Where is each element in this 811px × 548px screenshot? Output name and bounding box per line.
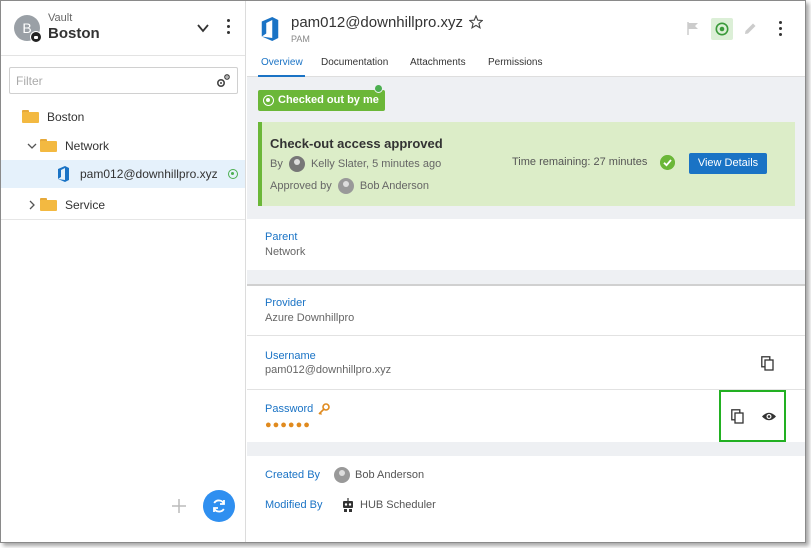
entry-title: pam012@downhillpro.xyz (291, 14, 463, 31)
meta-card: Created By Bob Anderson Modified By HUB … (247, 456, 805, 542)
tree-item-network[interactable]: Network (1, 132, 245, 160)
key-icon (318, 403, 330, 415)
tab-permissions[interactable]: Permissions (488, 57, 542, 68)
approval-banner: Check-out access approved By Kelly Slate… (258, 122, 795, 206)
refresh-icon (213, 499, 225, 513)
created-by-value: Bob Anderson (355, 469, 425, 481)
approved-by: Approved by Bob Anderson (270, 178, 429, 194)
tree-item-service[interactable]: Service (1, 191, 245, 219)
folder-icon (40, 139, 57, 152)
approved-name: Bob Anderson (359, 179, 430, 192)
active-tab-indicator (258, 75, 305, 77)
copy-password-icon[interactable] (731, 409, 744, 424)
approved-prefix: Approved by (270, 179, 332, 192)
tab-attachments[interactable]: Attachments (410, 57, 466, 68)
robot-icon (343, 498, 353, 512)
tab-bar: Overview Documentation Attachments Permi… (247, 53, 805, 77)
entry-type: PAM (291, 34, 310, 44)
tree-item-label: Boston (47, 110, 85, 124)
username-value: pam012@downhillpro.xyz (265, 364, 392, 376)
provider-value: Azure Downhillpro (265, 312, 355, 324)
parent-card: Parent Network (247, 219, 805, 270)
requested-by-text: Kelly Slater, 5 minutes ago (310, 157, 442, 170)
checked-out-badge: Checked out by me (258, 90, 385, 111)
tree-item-pam012[interactable]: pam012@downhillpro.xyz (1, 160, 245, 188)
approval-title: Check-out access approved (270, 136, 443, 151)
vault-selector[interactable]: B Vault Boston (1, 1, 245, 56)
requested-by: By Kelly Slater, 5 minutes ago (270, 156, 441, 172)
tab-overview[interactable]: Overview (261, 57, 303, 68)
provider-label: Provider (265, 297, 306, 309)
avatar (337, 178, 354, 194)
tab-documentation[interactable]: Documentation (321, 57, 388, 68)
folder-icon (40, 198, 57, 211)
checkout-status-icon (228, 169, 238, 179)
lock-icon (30, 31, 42, 43)
chevron-down-icon[interactable] (27, 141, 37, 151)
tree-item-label: Service (65, 198, 106, 212)
parent-label: Parent (265, 231, 298, 243)
filter-box (9, 67, 238, 94)
status-dot (374, 84, 383, 93)
office-icon (261, 17, 279, 41)
edit-icon[interactable] (744, 22, 757, 35)
add-icon[interactable] (171, 498, 187, 514)
divider (247, 335, 805, 336)
avatar (288, 156, 305, 172)
username-label: Username (265, 350, 316, 362)
check-circle-icon (660, 155, 675, 170)
sidebar: B Vault Boston Boston (1, 1, 246, 542)
eye-icon[interactable] (761, 411, 777, 422)
tree-item-boston[interactable]: Boston (1, 103, 245, 131)
checkout-icon (715, 22, 729, 36)
folder-icon (22, 110, 39, 123)
tree-item-label: pam012@downhillpro.xyz (80, 167, 218, 181)
password-label: Password (265, 403, 314, 415)
copy-username-icon[interactable] (761, 356, 774, 371)
by-prefix: By (270, 157, 283, 170)
chevron-right-icon[interactable] (27, 200, 37, 210)
filter-input[interactable] (16, 73, 201, 89)
time-remaining: Time remaining: 27 minutes (512, 156, 648, 168)
created-by-label: Created By (265, 469, 321, 481)
vault-name: Boston (48, 25, 100, 42)
gear-icon[interactable] (215, 73, 231, 89)
parent-value: Network (265, 246, 306, 258)
vault-label: Vault (48, 12, 73, 24)
vault-menu-icon[interactable] (223, 19, 233, 37)
more-menu-icon[interactable] (775, 21, 785, 39)
modified-by-label: Modified By (265, 499, 323, 511)
entry-panel: pam012@downhillpro.xyz PAM Overview Docu… (247, 1, 805, 542)
entry-header: pam012@downhillpro.xyz PAM Overview Docu… (247, 1, 805, 77)
refresh-button[interactable] (203, 490, 235, 522)
chevron-down-icon[interactable] (196, 21, 210, 35)
checkout-icon (263, 95, 274, 106)
app-window: B Vault Boston Boston (0, 0, 806, 543)
office-icon (58, 166, 69, 182)
avatar (334, 467, 350, 483)
flag-icon[interactable] (687, 22, 699, 35)
star-icon[interactable] (469, 15, 483, 29)
badge-label: Checked out by me (278, 94, 379, 106)
view-details-button[interactable]: View Details (689, 153, 767, 174)
modified-by-value: HUB Scheduler (360, 499, 436, 511)
password-value: ●●●●●● (265, 419, 311, 431)
divider (1, 219, 245, 220)
checkout-button[interactable] (711, 18, 733, 40)
tree-item-label: Network (65, 139, 110, 153)
